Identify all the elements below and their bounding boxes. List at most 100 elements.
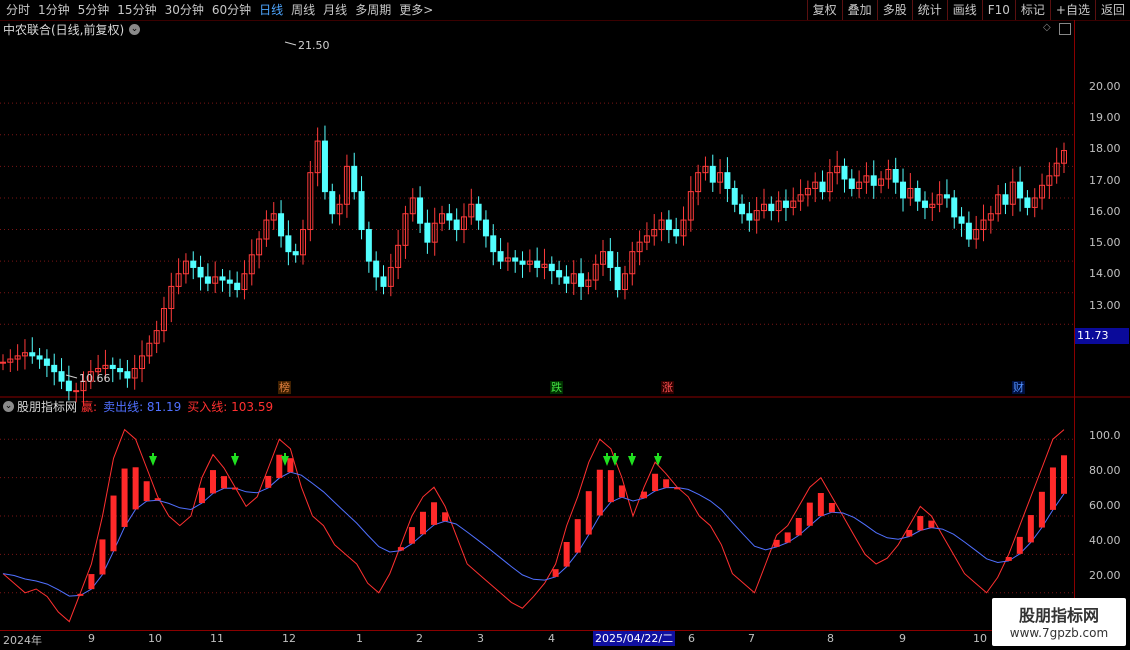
indicator-buy-label: 买入线: 103.59 xyxy=(187,399,274,414)
candle-body xyxy=(453,219,460,231)
candle-body xyxy=(73,390,80,393)
candle-body xyxy=(614,266,621,291)
date-tick: 7 xyxy=(748,632,755,645)
indicator-bar xyxy=(143,481,150,502)
candle-body xyxy=(512,257,519,262)
price-tick: 20.00 xyxy=(1089,80,1121,93)
candle-body xyxy=(739,203,746,215)
event-tag-bang[interactable]: 榜 xyxy=(278,381,291,394)
chart-canvas xyxy=(0,41,1130,623)
indicator-bar xyxy=(287,458,294,473)
indicator-bar xyxy=(574,519,581,553)
indicator-bar xyxy=(563,541,570,567)
indicator-bar xyxy=(397,547,404,551)
indicator-bar xyxy=(442,512,449,522)
watermark-url: www.7gpzb.com xyxy=(1009,626,1109,640)
candle-body xyxy=(563,276,570,284)
date-tick: 1 xyxy=(356,632,363,645)
candle-body xyxy=(329,191,336,215)
candle-body xyxy=(578,273,585,287)
price-tick: 19.00 xyxy=(1089,111,1121,124)
date-tick: 10 xyxy=(148,632,162,645)
low-price-label: 10.66 xyxy=(79,372,111,385)
indicator-bar xyxy=(773,539,780,547)
date-tick: 3 xyxy=(477,632,484,645)
indicator-bar xyxy=(585,491,592,535)
indicator-header: ⌄ 股朋指标网 赢: 卖出线: 81.19 买入线: 103.59 xyxy=(0,398,279,414)
indicator-bar xyxy=(276,454,283,479)
indicator-bar xyxy=(674,487,681,490)
candle-body xyxy=(380,276,387,287)
candle-body xyxy=(109,364,116,370)
candle-body xyxy=(768,203,775,212)
date-tick: 9 xyxy=(88,632,95,645)
date-axis: 2024年 9 10 11 12 1 2 3 4 2025/04/22/二 6 … xyxy=(0,630,1075,647)
candle-body xyxy=(951,197,958,218)
event-tag-down[interactable]: 跌 xyxy=(550,381,563,394)
candle-body xyxy=(519,260,526,265)
date-tick: 8 xyxy=(827,632,834,645)
candle-body xyxy=(234,282,241,291)
watermark: 股朋指标网 www.7gpzb.com xyxy=(992,598,1126,646)
candle-body xyxy=(914,187,921,202)
candle-body xyxy=(36,355,43,360)
chevron-down-icon[interactable]: ⌄ xyxy=(3,401,14,412)
watermark-title: 股朋指标网 xyxy=(1018,606,1099,625)
candle-body xyxy=(219,276,226,281)
price-tick: 16.00 xyxy=(1089,205,1121,218)
candle-body xyxy=(958,216,965,224)
date-tick: 6 xyxy=(688,632,695,645)
low-price-pointer xyxy=(65,374,78,379)
indicator-tick: 100.0 xyxy=(1089,429,1121,442)
candle-body xyxy=(351,165,358,193)
event-tag-finance[interactable]: 财 xyxy=(1012,381,1025,394)
indicator-bar xyxy=(806,502,813,526)
indicator-bar xyxy=(917,516,924,531)
candle-body xyxy=(731,187,738,205)
indicator-bar xyxy=(618,485,625,498)
date-tick: 10 xyxy=(973,632,987,645)
candle-body xyxy=(51,364,58,373)
indicator-sell-label: 卖出线: 81.19 xyxy=(103,399,182,414)
indicator-bar xyxy=(607,470,614,503)
candle-body xyxy=(841,165,848,180)
candle-body xyxy=(921,200,928,208)
candle-body xyxy=(29,352,36,357)
candle-body xyxy=(819,181,826,193)
price-tick: 17.00 xyxy=(1089,174,1121,187)
candle-body xyxy=(124,371,131,379)
candle-body xyxy=(321,140,328,193)
indicator-bar xyxy=(1016,536,1023,554)
indicator-tick: 20.00 xyxy=(1089,569,1121,582)
indicator-bar xyxy=(784,532,791,543)
indicator-bar xyxy=(198,487,205,504)
indicator-bar xyxy=(265,475,272,488)
indicator-name[interactable]: 股朋指标网 xyxy=(17,398,77,415)
candle-body xyxy=(746,213,753,221)
event-tag-up[interactable]: 涨 xyxy=(661,381,674,394)
price-tick: 13.00 xyxy=(1089,299,1121,312)
indicator-bar xyxy=(1049,467,1056,510)
candle-body xyxy=(497,251,504,262)
candle-body xyxy=(965,222,972,240)
candle-body xyxy=(278,213,285,237)
candle-body xyxy=(292,251,299,256)
candle-body xyxy=(365,229,372,262)
indicator-bar xyxy=(652,473,659,492)
indicator-bar xyxy=(906,529,913,537)
candle-body xyxy=(190,260,197,268)
candle-body xyxy=(204,276,211,284)
candle-body xyxy=(490,235,497,253)
candle-body xyxy=(285,235,292,253)
candle-body xyxy=(870,175,877,186)
candle-body xyxy=(358,191,365,231)
indicator-bar xyxy=(431,502,438,525)
indicator-bar xyxy=(154,498,161,501)
indicator-bar xyxy=(928,520,935,528)
date-tick: 4 xyxy=(548,632,555,645)
indicator-bar xyxy=(596,469,603,516)
indicator-bar xyxy=(795,517,802,536)
indicator-bar xyxy=(88,574,95,590)
date-tick: 11 xyxy=(210,632,224,645)
candle-body xyxy=(900,181,907,199)
